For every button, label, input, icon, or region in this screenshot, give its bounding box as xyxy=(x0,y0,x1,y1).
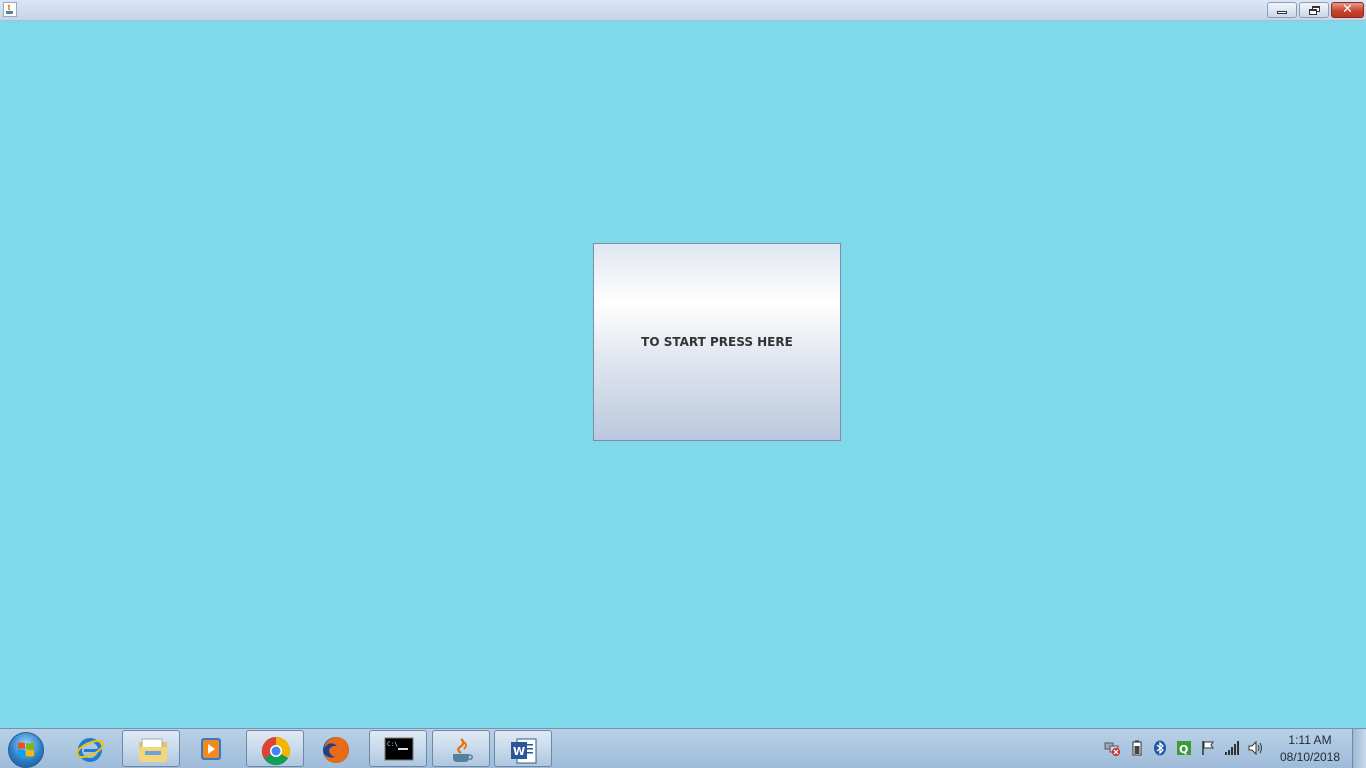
taskbar-firefox[interactable] xyxy=(307,730,365,767)
battery-icon[interactable] xyxy=(1129,740,1145,756)
word-icon: W xyxy=(511,738,537,764)
taskbar-internet-explorer[interactable] xyxy=(61,730,119,767)
restore-icon xyxy=(1300,3,1328,17)
taskbar-command-prompt[interactable]: C:\ xyxy=(369,730,427,767)
svg-text:Q: Q xyxy=(1179,743,1188,756)
volume-icon[interactable] xyxy=(1248,740,1264,756)
windows-start-orb[interactable] xyxy=(8,732,44,768)
show-desktop-button[interactable] xyxy=(1352,729,1366,768)
java-app-icon[interactable] xyxy=(3,2,17,17)
signal-icon[interactable] xyxy=(1224,740,1240,756)
taskbar-chrome[interactable] xyxy=(246,730,304,767)
window-titlebar[interactable]: ✕ xyxy=(0,0,1366,21)
start-button-label: TO START PRESS HERE xyxy=(641,335,793,349)
clock-time: 1:11 AM xyxy=(1288,733,1332,747)
clock-date: 08/10/2018 xyxy=(1279,750,1341,764)
bluetooth-icon[interactable] xyxy=(1152,740,1168,756)
q-app-icon[interactable]: Q xyxy=(1176,740,1192,756)
svg-text:W: W xyxy=(513,745,525,758)
media-player-icon xyxy=(201,738,221,760)
network-error-icon[interactable] xyxy=(1104,740,1120,756)
firefox-icon xyxy=(323,737,349,763)
command-prompt-icon: C:\ xyxy=(384,737,414,761)
minimize-icon xyxy=(1268,3,1296,17)
taskbar-java[interactable] xyxy=(432,730,490,767)
close-icon: ✕ xyxy=(1342,2,1353,17)
system-clock[interactable]: 1:11 AM 08/10/2018 xyxy=(1274,732,1346,766)
minimize-button[interactable] xyxy=(1267,2,1297,18)
file-explorer-icon xyxy=(139,738,167,762)
taskbar-file-explorer[interactable] xyxy=(122,730,180,767)
java-icon xyxy=(453,738,473,762)
svg-text:C:\: C:\ xyxy=(387,741,398,748)
start-button[interactable]: TO START PRESS HERE xyxy=(593,243,841,441)
close-button[interactable]: ✕ xyxy=(1331,2,1364,18)
chrome-icon xyxy=(261,736,290,766)
internet-explorer-icon xyxy=(76,738,104,762)
taskbar-media-player[interactable] xyxy=(183,730,241,767)
taskbar-word[interactable]: W xyxy=(494,730,552,767)
restore-button[interactable] xyxy=(1299,2,1329,18)
flag-icon[interactable] xyxy=(1200,740,1216,756)
